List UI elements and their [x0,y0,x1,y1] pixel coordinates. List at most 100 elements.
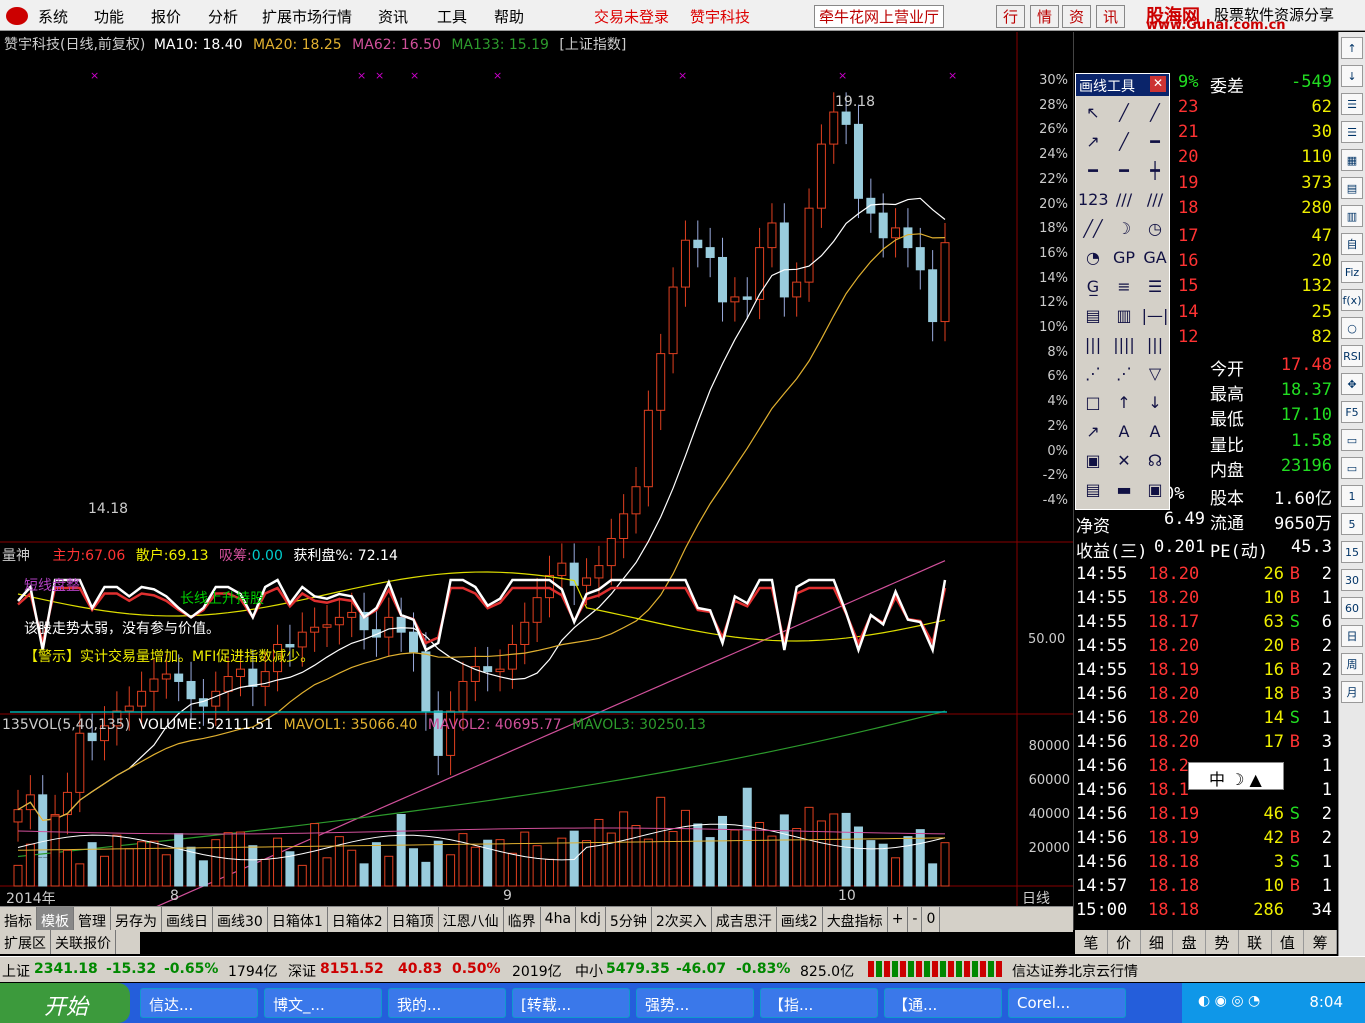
menu-function[interactable]: 功能 [94,6,124,27]
drawing-tool-icon[interactable]: ▣ [1078,447,1108,474]
drawing-tool-icon[interactable]: ↗ [1078,128,1108,155]
quote-tab-6[interactable]: 值 [1272,930,1305,954]
drawing-tool-icon[interactable]: ☽ [1109,215,1139,242]
tab-template-10[interactable]: 临界 [504,907,541,932]
quote-tab-0[interactable]: 笔 [1075,930,1108,954]
ime-indicator[interactable]: 中 ☽ ▲ [1188,762,1284,790]
quote-tab-4[interactable]: 势 [1206,930,1239,954]
tab-template-15[interactable]: 成吉思汗 [712,907,777,932]
drawing-tool-icon[interactable]: GP [1109,244,1139,271]
drawing-tool-icon[interactable]: ╱╱ [1078,215,1108,242]
tab-template-3[interactable]: 另存为 [111,907,162,932]
menu-system[interactable]: 系统 [38,6,68,27]
sidebar-button-icon[interactable]: ▥ [1341,205,1363,227]
menu-quote[interactable]: 报价 [151,6,181,27]
sidebar-button-icon[interactable]: ✥ [1341,373,1363,395]
sidebar-button-icon[interactable]: ↓ [1341,65,1363,87]
drawing-tool-icon[interactable]: /// [1140,186,1170,213]
sidebar-button-icon[interactable]: 15 [1341,541,1363,563]
drawing-tool-icon[interactable]: ╱ [1109,99,1139,126]
close-icon[interactable]: ✕ [1150,76,1166,92]
tab-template-12[interactable]: kdj [576,907,606,932]
drawing-tool-icon[interactable]: ☊ [1140,447,1170,474]
login-status[interactable]: 交易未登录 [594,6,669,27]
taskbar-item[interactable]: Corel... [1008,988,1126,1018]
chart-area[interactable]: × × × × × × × × [0,32,1073,906]
menu-ext-market[interactable]: 扩展市场行情 [262,6,352,27]
drawing-tool-icon[interactable]: ↑ [1109,389,1139,416]
taskbar-item[interactable]: 我的... [388,988,506,1018]
drawing-tool-icon[interactable]: ☰ [1140,273,1170,300]
tab-template-8[interactable]: 日箱顶 [388,907,439,932]
drawing-tool-icon[interactable]: ↖ [1078,99,1108,126]
taskbar-item[interactable]: 强势... [636,988,754,1018]
drawing-tool-icon[interactable]: ↓ [1140,389,1170,416]
server-name[interactable]: 信达证券北京云行情 [1012,961,1138,981]
tray-icons[interactable]: ◐ ◉ ◎ ◔ [1198,993,1260,1009]
tab-template-6[interactable]: 日箱体1 [268,907,328,932]
drawing-tool-icon[interactable]: ◔ [1078,244,1108,271]
drawing-tool-icon[interactable]: ╱ [1109,128,1139,155]
tab-template-0[interactable]: 指标 [0,907,37,932]
drawing-tool-icon[interactable]: G̲ [1078,273,1108,300]
tab-extension[interactable]: 扩展区 [0,930,51,954]
sidebar-button-icon[interactable]: ○ [1341,317,1363,339]
sidebar-button-icon[interactable]: RSI [1341,345,1363,367]
menu-help[interactable]: 帮助 [494,6,524,27]
sidebar-button-icon[interactable]: 30 [1341,569,1363,591]
taskbar-item[interactable]: 【指... [760,988,878,1018]
quote-tab-2[interactable]: 细 [1141,930,1174,954]
indicator-name[interactable]: 量神 [2,548,30,564]
drawing-tool-icon[interactable]: |—| [1140,302,1170,329]
sidebar-button-icon[interactable]: ☰ [1341,121,1363,143]
sidebar-button-icon[interactable]: 自 [1341,233,1363,255]
sidebar-button-icon[interactable]: ▦ [1341,149,1363,171]
taskbar-item[interactable]: 【通... [884,988,1002,1018]
drawing-tool-icon[interactable]: ⋰ [1109,360,1139,387]
menu-analysis[interactable]: 分析 [208,6,238,27]
drawing-tool-icon[interactable]: ◷ [1140,215,1170,242]
tab-template-7[interactable]: 日箱体2 [328,907,388,932]
drawing-tool-icon[interactable]: ━ [1109,157,1139,184]
drawing-tool-icon[interactable]: GA [1140,244,1170,271]
tab-quote-1[interactable]: 行 [996,5,1026,28]
menu-info[interactable]: 资讯 [378,6,408,27]
tab-info-1[interactable]: 资 [1062,5,1092,28]
sidebar-button-icon[interactable]: Fiz [1341,261,1363,283]
tab-template-16[interactable]: 画线2 [777,907,823,932]
tab-template-20[interactable]: 0 [922,907,941,932]
tab-template-11[interactable]: 4ha [541,907,577,932]
drawing-tool-icon[interactable]: ╱ [1140,99,1170,126]
drawing-tool-icon[interactable]: ||| [1140,331,1170,358]
drawing-tool-icon[interactable]: ▤ [1078,476,1108,503]
drawing-tool-icon[interactable]: ▽ [1140,360,1170,387]
taskbar-item[interactable]: 博文_... [264,988,382,1018]
drawing-tool-icon[interactable]: ▬ [1109,476,1139,503]
drawing-tool-icon[interactable]: /// [1109,186,1139,213]
sidebar-button-icon[interactable]: 日 [1341,625,1363,647]
sidebar-button-icon[interactable]: ▤ [1341,177,1363,199]
broker-button[interactable]: 牵牛花网上营业厅 [814,5,945,28]
start-button[interactable]: 开始 [0,983,130,1023]
drawing-tool-icon[interactable]: ✕ [1109,447,1139,474]
sidebar-button-icon[interactable]: 1 [1341,485,1363,507]
drawing-tool-icon[interactable]: A [1109,418,1139,445]
tab-template-14[interactable]: 2次买入 [652,907,712,932]
sidebar-button-icon[interactable]: 60 [1341,597,1363,619]
menu-tools[interactable]: 工具 [437,6,467,27]
drawing-tool-icon[interactable]: ↗ [1078,418,1108,445]
sidebar-button-icon[interactable]: 周 [1341,653,1363,675]
tab-template-1[interactable]: 模板 [37,907,74,932]
tab-related-quote[interactable]: 关联报价 [51,930,116,954]
quote-tab-7[interactable]: 筹 [1304,930,1337,954]
tab-template-2[interactable]: 管理 [74,907,111,932]
tab-template-17[interactable]: 大盘指标 [823,907,888,932]
tab-template-13[interactable]: 5分钟 [606,907,652,932]
period-label[interactable]: 日线 [1022,888,1050,908]
drawing-tool-icon[interactable]: ≡ [1109,273,1139,300]
tab-quote-2[interactable]: 情 [1030,5,1060,28]
sidebar-button-icon[interactable]: f(x) [1341,289,1363,311]
drawing-tool-icon[interactable]: ⋰ [1078,360,1108,387]
sidebar-button-icon[interactable]: ↑ [1341,37,1363,59]
taskbar-item[interactable]: 信达... [140,988,258,1018]
